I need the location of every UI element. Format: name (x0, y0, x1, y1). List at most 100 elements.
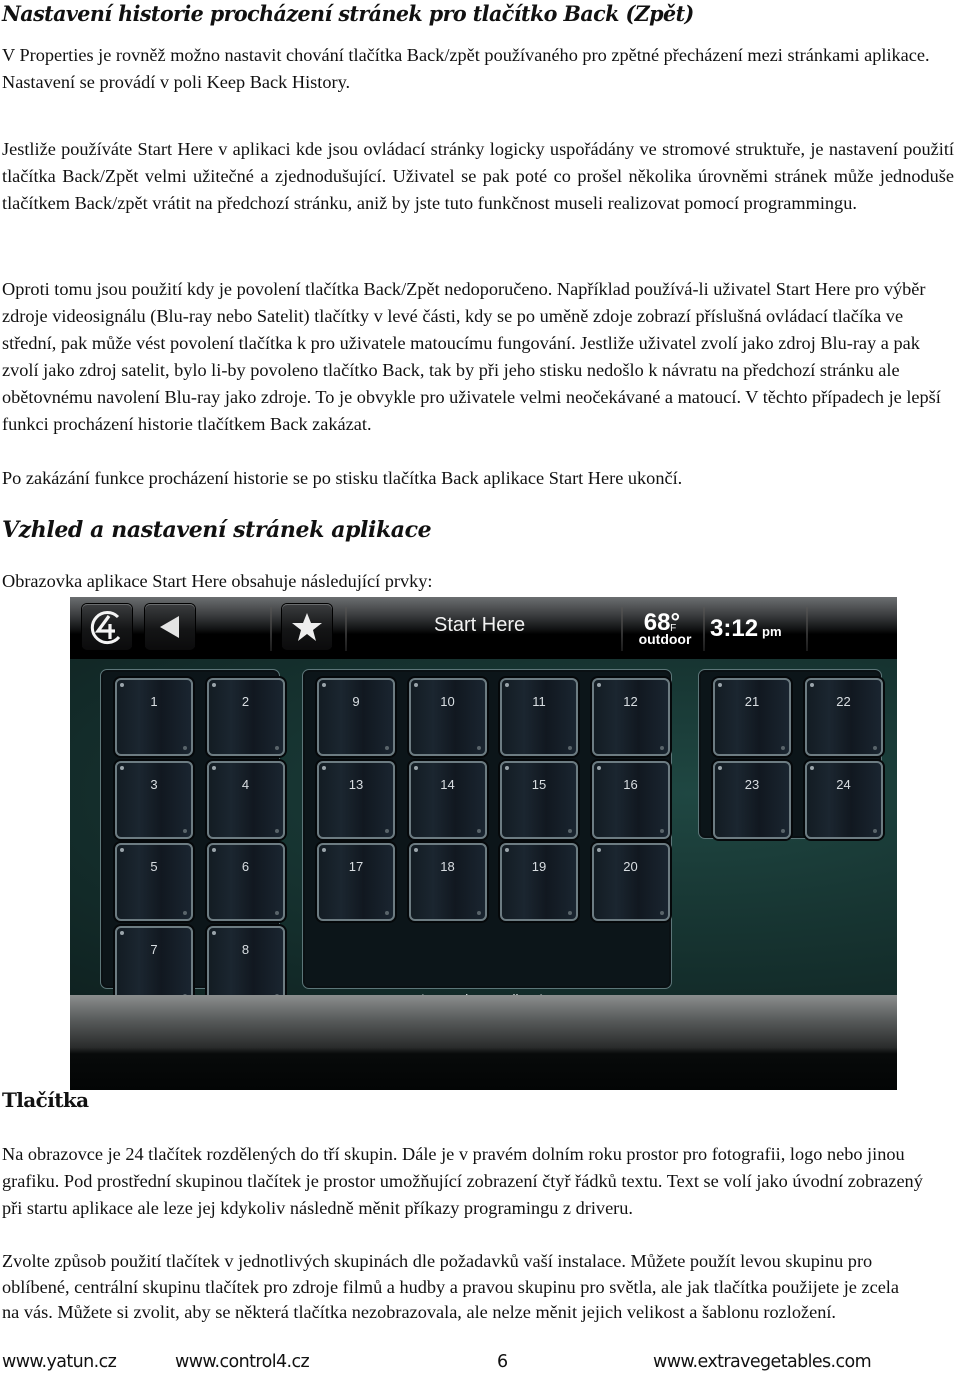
grid-button-label: 3 (150, 776, 158, 792)
corner-dot-icon (476, 828, 481, 833)
app-title: Start Here (434, 614, 526, 636)
corner-dot-icon (659, 911, 664, 915)
grid-button-21[interactable]: 21 (713, 678, 791, 756)
corner-dot-icon (413, 683, 418, 687)
grid-button-2[interactable]: 2 (206, 678, 285, 756)
corner-dot-icon (322, 683, 326, 687)
corner-dot-icon (596, 683, 601, 687)
corner-dot-icon (505, 683, 509, 687)
app-bottom-bar (70, 995, 897, 1090)
grid-button-8[interactable]: 8 (206, 925, 285, 1004)
grid-button-label: 4 (241, 776, 250, 792)
temperature-unit: F (670, 623, 677, 634)
grid-button-10[interactable]: 10 (408, 678, 487, 756)
corner-dot-icon (809, 765, 814, 770)
temperature-label: outdoor (638, 631, 692, 647)
corner-dot-icon (872, 828, 877, 833)
corner-dot-icon (385, 746, 389, 750)
grid-button-label: 15 (531, 776, 547, 792)
grid-button-label: 5 (150, 859, 158, 874)
corner-dot-icon (385, 828, 389, 833)
corner-dot-icon (568, 911, 572, 915)
grid-button-label: 24 (836, 776, 851, 792)
divider (621, 607, 623, 651)
grid-button-22[interactable]: 22 (804, 678, 883, 756)
paragraph-screen-intro: Obrazovka aplikace Start Here obsahuje n… (2, 571, 433, 591)
corner-dot-icon (120, 765, 124, 770)
grid-button-label: 9 (352, 694, 360, 709)
grid-button-15[interactable]: 15 (500, 760, 578, 839)
grid-button-label: 12 (623, 694, 638, 709)
left-button-group: 1 2 3 4 5 6 7 8 (100, 669, 285, 1004)
paragraph-buttons-overview: Na obrazovce je 24 tlačítek rozdělených … (2, 1144, 923, 1218)
grid-button-19[interactable]: 19 (500, 843, 578, 921)
grid-button-label: 2 (241, 694, 250, 709)
corner-dot-icon (781, 746, 785, 750)
paragraph-tree-structure: Jestliže používáte Start Here v aplikaci… (2, 139, 954, 213)
corner-dot-icon (211, 765, 216, 770)
corner-dot-icon (120, 848, 124, 852)
corner-dot-icon (659, 828, 664, 833)
corner-dot-icon (568, 828, 572, 833)
grid-button-label: 14 (440, 776, 455, 792)
grid-button-13[interactable]: 13 (317, 760, 395, 839)
grid-button-24[interactable]: 24 (804, 760, 883, 839)
paragraph-not-recommended: Oproti tomu jsou použití kdy je povolení… (2, 279, 941, 434)
corner-dot-icon (413, 848, 418, 852)
corner-dot-icon (809, 683, 814, 687)
page-number: 6 (497, 1352, 508, 1372)
grid-button-4[interactable]: 4 (206, 760, 285, 839)
grid-button-label: 22 (836, 694, 851, 709)
outdoor-temperature: 68°F outdoor (630, 609, 700, 647)
grid-button-16[interactable]: 16 (591, 760, 670, 839)
footer-link-extravegetables[interactable]: www.extravegetables.com (653, 1352, 872, 1372)
footer-link-control4[interactable]: www.control4.cz (175, 1352, 310, 1372)
grid-button-label: 7 (150, 941, 158, 957)
grid-button-17[interactable]: 17 (317, 843, 395, 921)
divider (345, 607, 347, 651)
paragraph-button-usage: Zvolte způsob použití tlačítek v jednotl… (2, 1251, 899, 1322)
corner-dot-icon (505, 765, 509, 770)
grid-button-label: 13 (348, 776, 364, 792)
center-button-group: 9 10 11 12 13 14 15 16 17 18 19 20 (302, 669, 672, 989)
grid-button-11[interactable]: 11 (500, 678, 578, 756)
footer-link-yatun[interactable]: www.yatun.cz (2, 1352, 117, 1372)
grid-button-label: 11 (532, 694, 546, 709)
grid-button-5[interactable]: 5 (115, 843, 193, 921)
corner-dot-icon (120, 930, 124, 935)
grid-button-label: 16 (623, 776, 638, 792)
corner-dot-icon (183, 746, 187, 750)
corner-dot-icon (211, 683, 216, 687)
grid-button-23[interactable]: 23 (713, 760, 791, 839)
clock-suffix: pm (762, 624, 782, 639)
section-title-buttons: Tlačítka (2, 1088, 89, 1112)
control4-logo-icon (90, 611, 121, 645)
grid-button-label: 20 (623, 859, 638, 874)
corner-dot-icon (322, 848, 326, 852)
grid-button-9[interactable]: 9 (317, 678, 395, 756)
grid-button-label: 6 (241, 859, 250, 874)
grid-button-label: 21 (744, 694, 760, 709)
grid-button-18[interactable]: 18 (408, 843, 487, 921)
grid-button-12[interactable]: 12 (591, 678, 670, 756)
home-button[interactable] (82, 604, 132, 650)
grid-button-1[interactable]: 1 (115, 678, 193, 756)
back-button[interactable] (145, 604, 195, 650)
corner-dot-icon (274, 828, 279, 833)
favorites-button[interactable] (282, 604, 332, 650)
grid-button-label: 10 (440, 694, 455, 709)
corner-dot-icon (596, 765, 601, 770)
star-favorites-icon (292, 613, 322, 641)
section-title-back-history: Nastavení historie procházení stránek pr… (2, 2, 694, 27)
grid-button-label: 1 (150, 694, 158, 709)
grid-button-20[interactable]: 20 (591, 843, 670, 921)
corner-dot-icon (413, 765, 418, 770)
grid-button-3[interactable]: 3 (115, 760, 193, 839)
grid-button-label: 19 (531, 859, 547, 874)
grid-button-7[interactable]: 7 (115, 925, 193, 1004)
corner-dot-icon (872, 746, 877, 750)
app-screenshot: Start Here 68°F outdoor 3:12 pm 12345678 … (70, 597, 897, 1090)
corner-dot-icon (211, 848, 216, 852)
grid-button-14[interactable]: 14 (408, 760, 487, 839)
grid-button-6[interactable]: 6 (206, 843, 285, 921)
